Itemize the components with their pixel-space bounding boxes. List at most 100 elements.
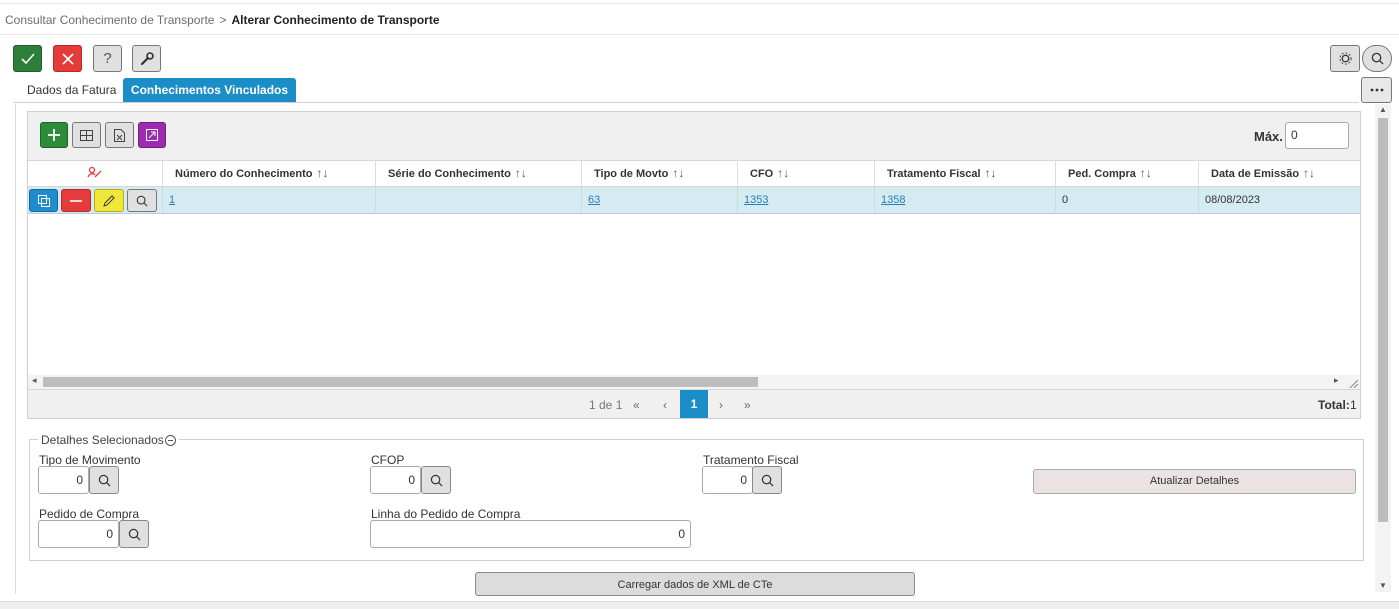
sort-icon[interactable]: ↑↓ <box>1303 166 1315 180</box>
tratamento-fiscal-link[interactable]: 1358 <box>881 194 905 206</box>
tipo-movimento-search-button[interactable] <box>89 466 119 494</box>
cfo-link[interactable]: 1353 <box>744 194 768 206</box>
pedido-compra-search-button[interactable] <box>119 520 149 548</box>
search-icon <box>430 474 443 487</box>
view-row-button[interactable] <box>127 189 157 212</box>
column-header-serie[interactable]: Série do Conhecimento ↑↓ <box>375 160 581 187</box>
pager-current-page[interactable]: 1 <box>680 390 708 418</box>
grid-horizontal-scrollbar[interactable]: ◂ ▸ <box>28 375 1360 389</box>
expand-icon <box>146 129 158 141</box>
copy-row-button[interactable] <box>29 189 58 212</box>
scroll-up-arrow-icon[interactable]: ▲ <box>1375 105 1391 114</box>
numero-link[interactable]: 1 <box>169 194 175 206</box>
cfop-label: CFOP <box>371 453 405 467</box>
search-icon <box>98 474 111 487</box>
cfop-search-button[interactable] <box>421 466 451 494</box>
pager-first-button[interactable]: « <box>633 398 640 412</box>
tratamento-fiscal-label: Tratamento Fiscal <box>703 453 799 467</box>
more-icon <box>1370 88 1384 92</box>
scroll-right-arrow-icon[interactable]: ▸ <box>1334 375 1339 386</box>
total-value: 1 <box>1350 398 1357 412</box>
tipo-movto-link[interactable]: 63 <box>588 194 600 206</box>
bottom-bar <box>0 601 1399 609</box>
edit-row-button[interactable] <box>94 189 124 212</box>
details-legend: Detalhes Selecionados <box>38 433 179 447</box>
total-label: Total: <box>1318 398 1350 412</box>
page-vertical-scrollbar[interactable]: ▲ ▼ <box>1375 104 1391 592</box>
max-label: Máx. <box>1254 129 1283 144</box>
scroll-down-arrow-icon[interactable]: ▼ <box>1375 581 1391 590</box>
sort-icon[interactable]: ↑↓ <box>672 166 684 180</box>
cell-ped-compra: 0 <box>1055 187 1198 214</box>
cell-tratamento-fiscal: 1358 <box>874 187 1055 214</box>
column-header-tratamento-fiscal[interactable]: Tratamento Fiscal ↑↓ <box>874 160 1055 187</box>
tools-button[interactable] <box>132 45 161 72</box>
cfop-input[interactable]: 0 <box>370 466 421 494</box>
check-icon <box>20 52 35 65</box>
column-header-tipo-movto[interactable]: Tipo de Movto ↑↓ <box>581 160 737 187</box>
resize-grip-icon[interactable] <box>1348 378 1358 388</box>
column-header-ped-compra[interactable]: Ped. Compra ↑↓ <box>1055 160 1198 187</box>
confirm-button[interactable] <box>13 45 42 72</box>
update-details-button[interactable]: Atualizar Detalhes <box>1033 469 1356 494</box>
tratamento-fiscal-input[interactable]: 0 <box>702 466 753 494</box>
export-excel-button[interactable] <box>105 122 134 148</box>
breadcrumb-divider <box>0 34 1399 35</box>
sort-icon[interactable]: ↑↓ <box>1140 166 1152 180</box>
pencil-icon <box>103 194 115 207</box>
breadcrumb-current: Alterar Conhecimento de Transporte <box>231 13 440 27</box>
columns-button[interactable] <box>72 122 101 148</box>
sort-icon[interactable]: ↑↓ <box>317 166 329 180</box>
scroll-thumb[interactable] <box>1378 118 1388 522</box>
help-button[interactable]: ? <box>93 45 122 72</box>
pager-next-button[interactable]: › <box>719 398 723 412</box>
cell-tipo-movto: 63 <box>581 187 737 214</box>
load-xml-cte-button[interactable]: Carregar dados de XML de CTe <box>475 572 915 596</box>
pedido-compra-input[interactable]: 0 <box>38 520 119 548</box>
action-signature-icon[interactable] <box>87 166 103 180</box>
pedido-compra-label: Pedido de Compra <box>39 507 140 521</box>
column-header-cfo[interactable]: CFO ↑↓ <box>737 160 874 187</box>
cancel-button[interactable] <box>53 45 82 72</box>
collapse-icon[interactable] <box>164 435 176 446</box>
tab-dados-fatura[interactable]: Dados da Fatura <box>15 78 128 102</box>
add-row-button[interactable] <box>40 122 68 148</box>
excel-file-icon <box>114 128 125 142</box>
tipo-movimento-label: Tipo de Movimento <box>39 453 141 467</box>
search-icon <box>136 195 148 207</box>
wrench-icon <box>140 51 154 66</box>
column-header-numero[interactable]: Número do Conhecimento ↑↓ <box>162 160 375 187</box>
details-fieldset <box>29 439 1364 561</box>
cell-cfo: 1353 <box>737 187 874 214</box>
scroll-left-arrow-icon[interactable]: ◂ <box>32 375 37 386</box>
details-legend-text: Detalhes Selecionados <box>41 433 164 447</box>
pager-last-button[interactable]: » <box>744 398 751 412</box>
cell-serie <box>375 187 581 214</box>
breadcrumb-parent-link[interactable]: Consultar Conhecimento de Transporte <box>5 13 214 27</box>
hscroll-thumb[interactable] <box>43 377 758 387</box>
tratamento-fiscal-search-button[interactable] <box>752 466 782 494</box>
tab-divider <box>13 102 1359 103</box>
pager-prev-button[interactable]: ‹ <box>663 398 667 412</box>
plus-icon <box>48 129 60 141</box>
tipo-movimento-input[interactable]: 0 <box>38 466 89 494</box>
expand-view-button[interactable] <box>138 122 166 148</box>
delete-row-button[interactable] <box>61 189 91 212</box>
global-search-button[interactable] <box>1362 45 1392 72</box>
linha-pedido-input[interactable]: 0 <box>370 520 691 548</box>
top-divider <box>0 3 1399 4</box>
copy-icon <box>37 194 50 207</box>
close-icon <box>61 52 74 65</box>
settings-button[interactable] <box>1330 45 1360 72</box>
minus-icon <box>70 199 82 202</box>
column-header-data-emissao[interactable]: Data de Emissão ↑↓ <box>1198 160 1360 187</box>
header-actions-cell <box>28 160 162 187</box>
max-rows-input[interactable]: 0 <box>1285 122 1349 149</box>
sort-icon[interactable]: ↑↓ <box>515 166 527 180</box>
tab-conhecimentos-vinculados[interactable]: Conhecimentos Vinculados <box>123 78 296 102</box>
search-icon <box>1371 52 1384 65</box>
grid-toolbar <box>28 112 1360 160</box>
sort-icon[interactable]: ↑↓ <box>985 166 997 180</box>
more-options-button[interactable] <box>1361 77 1392 103</box>
sort-icon[interactable]: ↑↓ <box>777 166 789 180</box>
